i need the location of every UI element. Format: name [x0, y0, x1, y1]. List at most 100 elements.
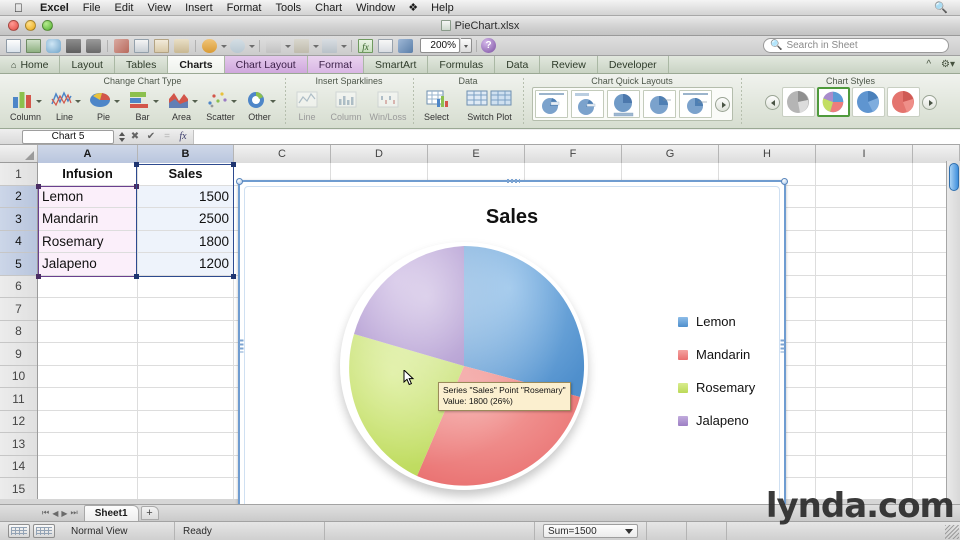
chart-type-area[interactable]: Area — [163, 87, 201, 122]
cell-i6[interactable] — [816, 275, 913, 298]
cell-i1[interactable] — [816, 163, 913, 186]
switch-plot-button[interactable]: Switch Plot — [459, 87, 521, 122]
gear-icon[interactable]: ⚙▾ — [936, 56, 960, 73]
area-dropdown-icon[interactable] — [191, 88, 198, 110]
quick-layout-4[interactable] — [642, 90, 676, 118]
normal-view-button[interactable] — [8, 524, 30, 538]
legend-item-rosemary[interactable]: Rosemary — [678, 380, 755, 395]
cell-i9[interactable] — [816, 343, 913, 366]
chart-style-1[interactable] — [781, 87, 815, 117]
cell-a15[interactable] — [38, 478, 138, 499]
tab-formulas[interactable]: Formulas — [428, 56, 496, 73]
cell-i10[interactable] — [816, 365, 913, 388]
page-layout-view-button[interactable] — [33, 524, 55, 538]
column-header-f[interactable]: F — [525, 145, 622, 163]
zoom-stepper[interactable] — [461, 38, 472, 53]
resize-grip[interactable] — [945, 525, 959, 539]
menu-item-insert[interactable]: Insert — [178, 0, 220, 16]
chart-handle-t[interactable] — [507, 179, 520, 183]
cell-a4[interactable]: Rosemary — [38, 230, 138, 253]
tab-layout[interactable]: Layout — [60, 56, 115, 73]
cell-i3[interactable] — [816, 208, 913, 231]
row-header-14[interactable]: 14 — [0, 455, 37, 478]
tab-smartart[interactable]: SmartArt — [364, 56, 429, 73]
sheet-tab-sheet1[interactable]: Sheet1 — [83, 505, 139, 521]
cancel-icon[interactable]: ✖ — [127, 130, 143, 144]
tab-home[interactable]: ⌂ Home — [0, 56, 61, 73]
dropbox-status-icon[interactable]: ❖ — [402, 1, 424, 14]
chevron-up-icon[interactable]: ^ — [921, 56, 936, 73]
cell-a5[interactable]: Jalapeno — [38, 253, 138, 276]
format-painter-icon[interactable] — [172, 37, 191, 55]
row-header-9[interactable]: 9 — [0, 343, 37, 366]
apple-menu-icon[interactable]:  — [14, 2, 23, 14]
cell-i5[interactable] — [816, 253, 913, 276]
cell-b6[interactable] — [138, 275, 234, 298]
cell-i2[interactable] — [816, 185, 913, 208]
chart-handle-l[interactable] — [239, 339, 244, 353]
status-summary-dropdown[interactable]: Sum=1500 — [543, 524, 638, 538]
menu-item-chart[interactable]: Chart — [308, 0, 349, 16]
menu-item-window[interactable]: Window — [349, 0, 402, 16]
column-header-i[interactable]: I — [816, 145, 913, 163]
help-icon[interactable]: ? — [481, 38, 496, 53]
chart-legend[interactable]: Lemon Mandarin Rosemary Jalapeno — [678, 314, 755, 428]
select-all-corner[interactable] — [0, 145, 38, 162]
pie-plot-area[interactable] — [340, 242, 588, 490]
row-header-8[interactable]: 8 — [0, 320, 37, 343]
scatter-dropdown-icon[interactable] — [230, 88, 237, 110]
row-header-12[interactable]: 12 — [0, 410, 37, 433]
chart-handle-tr[interactable] — [781, 178, 788, 185]
row-header-15[interactable]: 15 — [0, 478, 37, 499]
column-header-c[interactable]: C — [234, 145, 331, 163]
cell-a6[interactable] — [38, 275, 138, 298]
vertical-scroll-thumb[interactable] — [949, 163, 959, 191]
column-header-g[interactable]: G — [622, 145, 719, 163]
tab-charts[interactable]: Charts — [168, 56, 225, 73]
chart-handle-r[interactable] — [780, 339, 785, 353]
row-header-11[interactable]: 11 — [0, 388, 37, 411]
fx-icon[interactable]: fx — [175, 130, 191, 144]
cell-b3[interactable]: 2500 — [138, 208, 234, 231]
cell-b11[interactable] — [138, 388, 234, 411]
quick-layout-3[interactable] — [606, 90, 640, 118]
row-header-5[interactable]: 5 — [0, 253, 37, 276]
tab-data[interactable]: Data — [495, 56, 541, 73]
gallery-icon[interactable] — [396, 37, 415, 55]
next-sheet-icon[interactable]: ▶ — [61, 509, 67, 518]
legend-item-jalapeno[interactable]: Jalapeno — [678, 413, 755, 428]
zoom-level-input[interactable]: 200% — [420, 38, 460, 53]
print-icon[interactable] — [84, 37, 103, 55]
next-style-button[interactable] — [921, 94, 937, 110]
cell-b5[interactable]: 1200 — [138, 253, 234, 276]
autosum-dropdown-icon[interactable] — [284, 37, 291, 55]
new-icon[interactable] — [4, 37, 23, 55]
cell-i4[interactable] — [816, 230, 913, 253]
chart-type-scatter[interactable]: Scatter — [202, 87, 240, 122]
chart-type-other[interactable]: Other — [241, 87, 279, 122]
spotlight-icon[interactable]: 🔍 — [928, 1, 954, 14]
undo-icon[interactable] — [200, 37, 219, 55]
row-header-13[interactable]: 13 — [0, 433, 37, 456]
quick-layout-5[interactable] — [678, 90, 712, 118]
chart-type-pie[interactable]: Pie — [85, 87, 123, 122]
cell-b8[interactable] — [138, 320, 234, 343]
cell-a13[interactable] — [38, 433, 138, 456]
cell-b15[interactable] — [138, 478, 234, 499]
formula-builder-icon[interactable]: fx — [356, 37, 375, 55]
chart-handle-tl[interactable] — [236, 178, 243, 185]
autosum-icon[interactable] — [264, 37, 283, 55]
cell-i7[interactable] — [816, 298, 913, 321]
sparkline-column[interactable]: Column — [327, 87, 365, 122]
menu-item-file[interactable]: File — [76, 0, 108, 16]
chart-type-line[interactable]: Line — [46, 87, 84, 122]
column-header-h[interactable]: H — [719, 145, 816, 163]
cell-i14[interactable] — [816, 455, 913, 478]
line-dropdown-icon[interactable] — [74, 88, 81, 110]
cell-b7[interactable] — [138, 298, 234, 321]
save-to-web-icon[interactable] — [44, 37, 63, 55]
cell-a9[interactable] — [38, 343, 138, 366]
vertical-scrollbar[interactable] — [946, 161, 960, 513]
cut-icon[interactable] — [112, 37, 131, 55]
menu-item-format[interactable]: Format — [220, 0, 269, 16]
